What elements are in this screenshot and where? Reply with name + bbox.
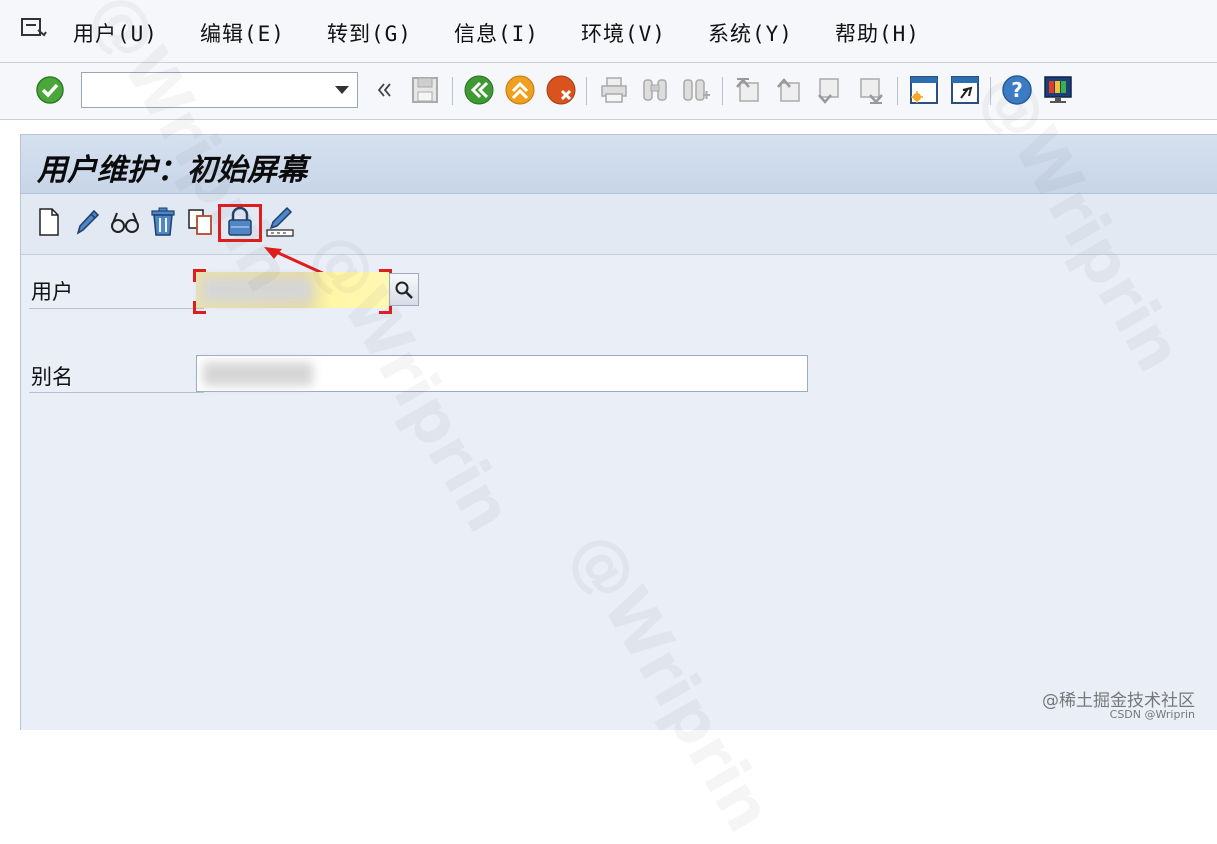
menu-goto[interactable]: 转到(G) (327, 18, 412, 48)
change-documents-icon[interactable] (265, 205, 297, 239)
application-toolbar (21, 194, 1217, 255)
copy-icon[interactable] (185, 205, 217, 239)
search-icon (395, 281, 413, 299)
create-icon[interactable] (33, 205, 65, 239)
customize-layout-icon[interactable] (1041, 73, 1075, 107)
delete-icon[interactable] (147, 205, 179, 239)
menu-user[interactable]: 用户(U) (73, 18, 158, 48)
alias-label-underline (29, 392, 204, 393)
menu-info[interactable]: 信息(I) (454, 18, 539, 48)
redacted-alias-value (203, 362, 313, 386)
previous-page-icon[interactable] (772, 73, 806, 107)
next-page-icon[interactable] (813, 73, 847, 107)
redacted-user-value (202, 278, 312, 302)
user-label-underline (29, 308, 204, 309)
menu-icon[interactable] (20, 16, 48, 40)
save-icon[interactable] (408, 73, 442, 107)
menu-edit[interactable]: 编辑(E) (200, 18, 285, 48)
menu-environment[interactable]: 环境(V) (581, 18, 666, 48)
required-marker (193, 269, 206, 282)
alias-field[interactable] (196, 355, 808, 392)
required-marker (193, 301, 206, 314)
svg-text:?: ? (1011, 78, 1023, 102)
title-bar: 用户维护：初始屏幕 (21, 135, 1217, 194)
create-session-icon[interactable] (907, 73, 941, 107)
user-label: 用户 (31, 280, 73, 304)
enter-icon[interactable] (33, 73, 67, 107)
standard-toolbar: ? (0, 63, 1217, 120)
credit-csdn: CSDN @Wriprin (1109, 708, 1195, 721)
alias-label: 别名 (31, 365, 73, 389)
command-input[interactable] (86, 75, 330, 107)
menu-help[interactable]: 帮助(H) (835, 18, 920, 48)
back-icon[interactable] (462, 73, 496, 107)
print-icon[interactable] (597, 73, 631, 107)
command-field[interactable] (81, 72, 358, 108)
search-help-button[interactable] (389, 273, 419, 306)
menu-bar: 用户(U) 编辑(E) 转到(G) 信息(I) 环境(V) 系统(Y) 帮助(H… (0, 0, 1217, 63)
find-next-icon[interactable] (679, 73, 713, 107)
first-page-icon[interactable] (731, 73, 765, 107)
last-page-icon[interactable] (854, 73, 888, 107)
page-title: 用户维护：初始屏幕 (37, 153, 307, 188)
main-screen: 用户维护：初始屏幕 用户 别名 (20, 134, 1217, 730)
user-field[interactable] (196, 272, 389, 308)
menu-system[interactable]: 系统(Y) (708, 18, 793, 48)
shortcut-icon[interactable] (948, 73, 982, 107)
chevron-down-icon[interactable] (335, 86, 349, 94)
cancel-icon[interactable] (544, 73, 578, 107)
display-icon[interactable] (109, 205, 141, 239)
collapse-icon[interactable] (368, 73, 402, 107)
exit-icon[interactable] (503, 73, 537, 107)
find-icon[interactable] (638, 73, 672, 107)
help-icon[interactable]: ? (1000, 73, 1034, 107)
change-icon[interactable] (71, 205, 103, 239)
lock-icon[interactable] (224, 205, 256, 239)
